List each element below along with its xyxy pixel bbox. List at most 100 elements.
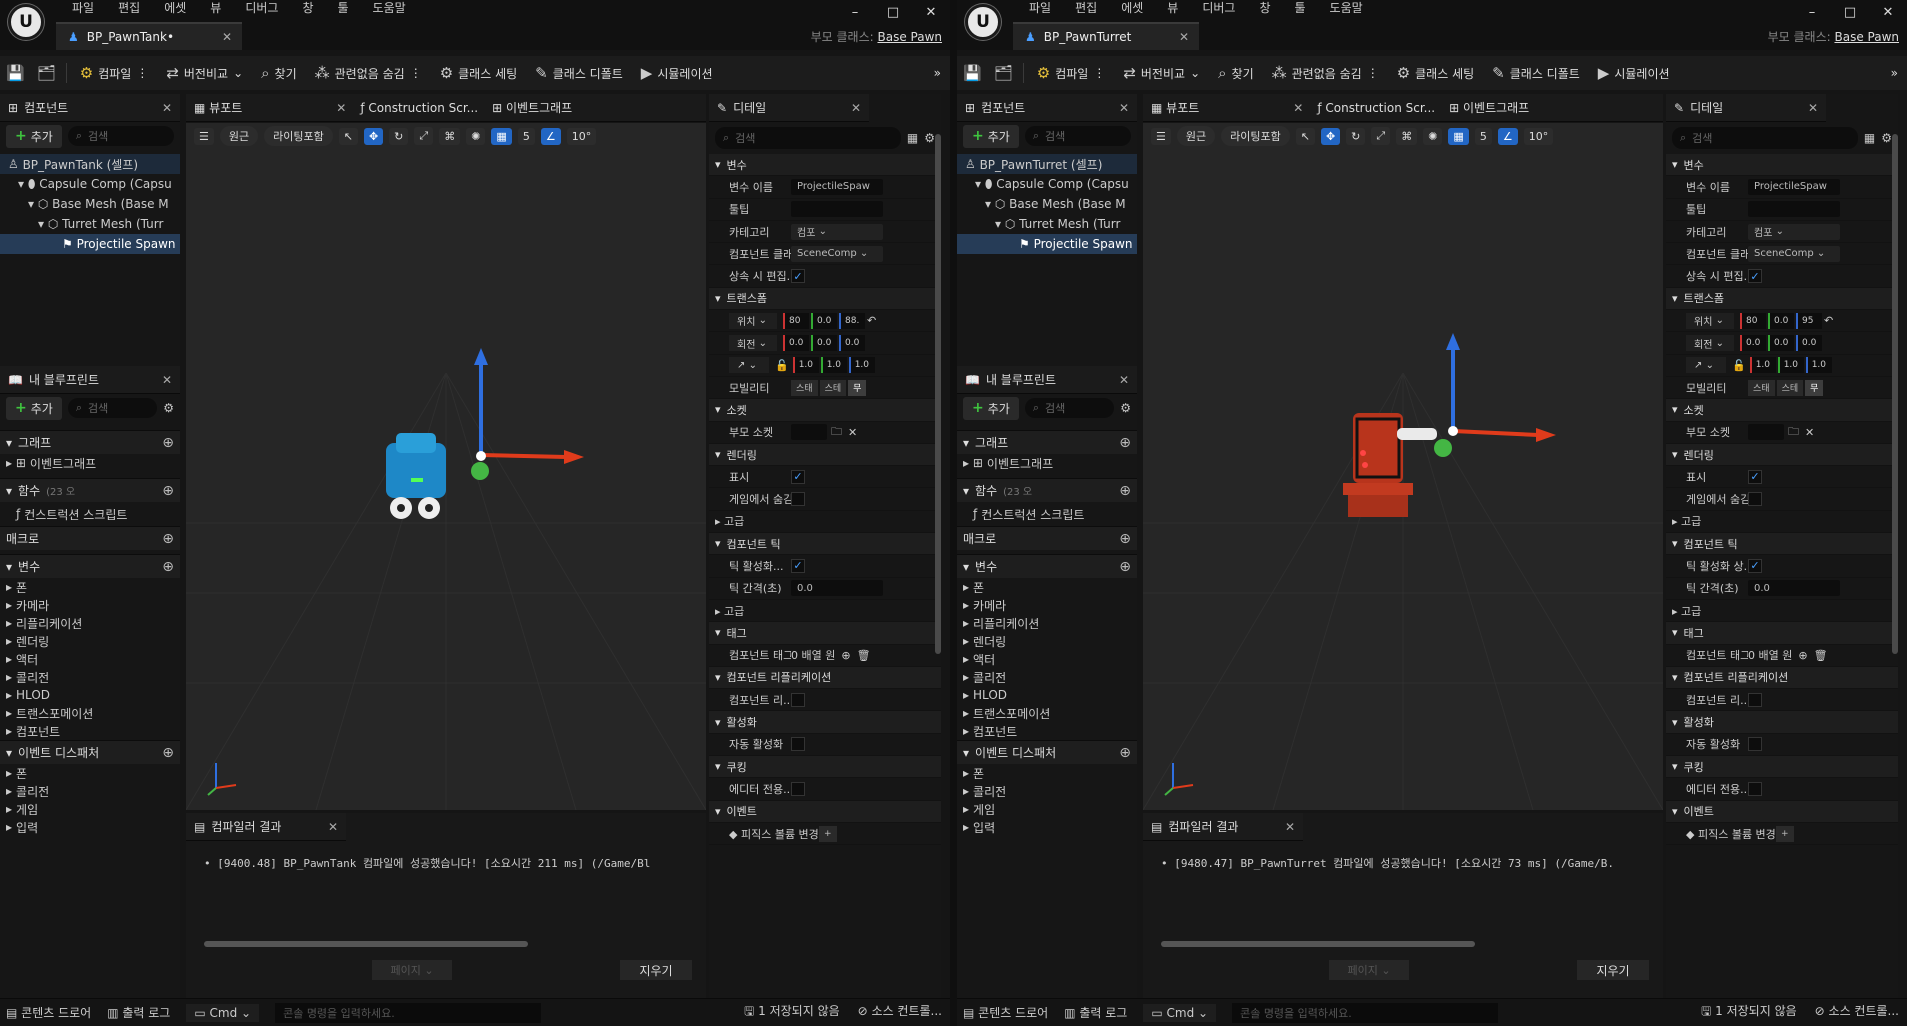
auto-activate-checkbox[interactable] bbox=[791, 737, 805, 752]
dispatcher-category[interactable]: ▸ 게임 bbox=[0, 800, 180, 818]
dispatcher-category[interactable]: ▸ 폰 bbox=[957, 764, 1137, 782]
clear-button[interactable]: 지우기 bbox=[1577, 960, 1649, 980]
add-circle-icon[interactable]: ⊕ bbox=[162, 483, 174, 499]
add-circle-icon[interactable]: ⊕ bbox=[1798, 649, 1807, 662]
menu-debug[interactable]: 디버그 bbox=[233, 0, 290, 16]
rotation-z[interactable]: 0.0 bbox=[1796, 335, 1822, 352]
details-section-transform[interactable]: ▾ 트랜스폼 bbox=[1666, 287, 1898, 311]
menu-view[interactable]: 뷰 bbox=[198, 0, 233, 16]
location-z[interactable]: 95 bbox=[1796, 312, 1822, 329]
cmd-dropdown[interactable]: ▭ Cmd ⌄ bbox=[186, 1003, 260, 1022]
var-category[interactable]: ▸ HLOD bbox=[957, 686, 1137, 704]
more-icon[interactable]: ⋮ bbox=[136, 66, 148, 80]
unreal-logo[interactable]: U bbox=[965, 4, 1001, 40]
details-section-activation[interactable]: ▾ 활성화 bbox=[1666, 711, 1898, 734]
close-icon[interactable]: ✕ bbox=[162, 373, 172, 387]
category-dropdown[interactable]: 컴포 ⌄ bbox=[1748, 223, 1840, 240]
variable-name-field[interactable]: ProjectileSpaw bbox=[1748, 178, 1840, 195]
close-icon[interactable]: ✕ bbox=[336, 101, 346, 115]
unreal-logo[interactable]: U bbox=[8, 4, 44, 40]
compile-button[interactable]: ⚙ 컴파일 ⋮ bbox=[1028, 59, 1115, 87]
console-input[interactable]: 콘솔 명령을 입력하세요. bbox=[1232, 1002, 1499, 1023]
tree-item-capsule[interactable]: ▾ ⬮ Capsule Comp (Capsu bbox=[0, 174, 180, 194]
trash-icon[interactable]: 🗑 bbox=[857, 649, 871, 662]
section-macros[interactable]: 매크로 ⊕ bbox=[0, 526, 180, 550]
component-class-dropdown[interactable]: SceneComp ⌄ bbox=[791, 245, 883, 262]
add-member-button[interactable]: + 추가 bbox=[963, 396, 1019, 420]
diff-button[interactable]: ⇄ 버전비교 ⌄ bbox=[1114, 59, 1209, 87]
hide-unrelated-button[interactable]: ⁂ 관련없음 숨김 ⋮ bbox=[1263, 59, 1388, 87]
menu-help[interactable]: 도움말 bbox=[361, 0, 418, 16]
add-circle-icon[interactable]: ⊕ bbox=[841, 649, 850, 662]
close-window-button[interactable]: ✕ bbox=[912, 0, 950, 24]
unsaved-button[interactable]: 🖫 1 저장되지 않음 bbox=[744, 1002, 840, 1023]
dispatcher-category[interactable]: ▸ 게임 bbox=[957, 800, 1137, 818]
maximize-button[interactable]: □ bbox=[874, 0, 912, 24]
add-event-button[interactable]: + bbox=[1776, 825, 1794, 842]
my-blueprint-tab[interactable]: 📖 내 블루프린트 ✕ bbox=[0, 366, 180, 394]
details-section-events[interactable]: ▾ 이벤트 bbox=[709, 800, 941, 823]
rotation-z[interactable]: 0.0 bbox=[839, 335, 865, 352]
compile-button[interactable]: ⚙ 컴파일 ⋮ bbox=[71, 59, 158, 87]
add-circle-icon[interactable]: ⊕ bbox=[162, 435, 174, 451]
section-variables[interactable]: ▾ 변수 ⊕ bbox=[0, 554, 180, 578]
section-dispatchers[interactable]: ▾ 이벤트 디스패처 ⊕ bbox=[957, 740, 1137, 764]
horizontal-scrollbar[interactable] bbox=[204, 941, 528, 947]
cmd-dropdown[interactable]: ▭ Cmd ⌄ bbox=[1143, 1003, 1217, 1022]
add-circle-icon[interactable]: ⊕ bbox=[1119, 483, 1131, 499]
menu-window[interactable]: 창 bbox=[290, 0, 325, 16]
source-control-button[interactable]: ⊘ 소스 컨트롤... bbox=[1815, 1002, 1899, 1023]
save-button[interactable]: 💾 bbox=[957, 59, 988, 87]
details-section-tags[interactable]: ▾ 태그 bbox=[709, 622, 941, 645]
maximize-button[interactable]: □ bbox=[1831, 0, 1869, 24]
components-tab[interactable]: ⊞ 컴포넌트 ✕ bbox=[0, 94, 180, 122]
menu-debug[interactable]: 디버그 bbox=[1190, 0, 1247, 16]
table-icon[interactable]: ▦ bbox=[907, 131, 918, 145]
reset-icon[interactable]: ↶ bbox=[867, 314, 876, 327]
tab-viewport[interactable]: ▦ 뷰포트 bbox=[1151, 99, 1199, 116]
source-control-button[interactable]: ⊘ 소스 컨트롤... bbox=[858, 1002, 942, 1023]
menu-help[interactable]: 도움말 bbox=[1318, 0, 1375, 16]
unsaved-button[interactable]: 🖫 1 저장되지 않음 bbox=[1701, 1002, 1797, 1023]
hidden-in-game-checkbox[interactable] bbox=[1748, 492, 1762, 507]
more-icon[interactable]: ⋮ bbox=[410, 66, 422, 80]
close-icon[interactable]: ✕ bbox=[162, 101, 172, 115]
close-icon[interactable]: ✕ bbox=[1179, 30, 1189, 44]
section-graphs[interactable]: ▾ 그래프 ⊕ bbox=[0, 430, 180, 454]
tree-item-projectile-spawn[interactable]: ⚑ Projectile Spawn bbox=[957, 234, 1137, 254]
location-dropdown[interactable]: 위치 ⌄ bbox=[729, 312, 777, 329]
details-tab[interactable]: ✎ 디테일 ✕ bbox=[709, 94, 869, 122]
lock-icon[interactable]: 🔓 bbox=[1732, 359, 1746, 372]
rotation-dropdown[interactable]: 회전 ⌄ bbox=[729, 335, 777, 352]
var-category[interactable]: ▸ 렌더링 bbox=[957, 632, 1137, 650]
close-window-button[interactable]: ✕ bbox=[1869, 0, 1907, 24]
mobility-static-button[interactable]: 스태 bbox=[791, 379, 818, 396]
menu-edit[interactable]: 편집 bbox=[106, 0, 152, 16]
details-section-rendering[interactable]: ▾ 렌더링 bbox=[1666, 443, 1898, 467]
visible-checkbox[interactable]: ✓ bbox=[791, 469, 805, 484]
tab-construction-script[interactable]: ƒ Construction Scr... bbox=[1317, 101, 1435, 115]
close-icon[interactable]: ✕ bbox=[851, 101, 861, 115]
document-tab[interactable]: ♟ BP_PawnTurret ✕ bbox=[1013, 22, 1199, 50]
member-search-input[interactable]: ⌕ 검색 bbox=[1024, 398, 1115, 418]
location-dropdown[interactable]: 위치 ⌄ bbox=[1686, 312, 1734, 329]
clear-icon[interactable]: ✕ bbox=[1805, 426, 1814, 439]
transform-gizmo[interactable] bbox=[1434, 333, 1556, 457]
menu-view[interactable]: 뷰 bbox=[1155, 0, 1190, 16]
tree-item-self[interactable]: ♙ BP_PawnTank (셀프) bbox=[0, 154, 180, 174]
lock-icon[interactable]: 🔓 bbox=[775, 359, 789, 372]
tree-item-turret-mesh[interactable]: ▾ ⬡ Turret Mesh (Turr bbox=[957, 214, 1137, 234]
add-component-button[interactable]: + 추가 bbox=[6, 124, 62, 148]
tab-construction-script[interactable]: ƒ Construction Scr... bbox=[360, 101, 478, 115]
my-blueprint-tab[interactable]: 📖 내 블루프린트 ✕ bbox=[957, 366, 1137, 394]
parent-socket-field[interactable] bbox=[791, 424, 827, 441]
var-category[interactable]: ▸ 콜리전 bbox=[0, 668, 180, 686]
scale-y[interactable]: 1.0 bbox=[1777, 357, 1804, 374]
details-section-replication[interactable]: ▾ 컴포넌트 리플리케이션 bbox=[1666, 666, 1898, 690]
inherit-edit-checkbox[interactable]: ✓ bbox=[791, 269, 805, 284]
document-tab[interactable]: ♟ BP_PawnTank• ✕ bbox=[56, 22, 242, 50]
reset-icon[interactable]: ↶ bbox=[1824, 314, 1833, 327]
var-category[interactable]: ▸ 컴포넌트 bbox=[957, 722, 1137, 740]
turret-model[interactable] bbox=[1343, 413, 1437, 517]
menu-file[interactable]: 파일 bbox=[60, 0, 106, 16]
